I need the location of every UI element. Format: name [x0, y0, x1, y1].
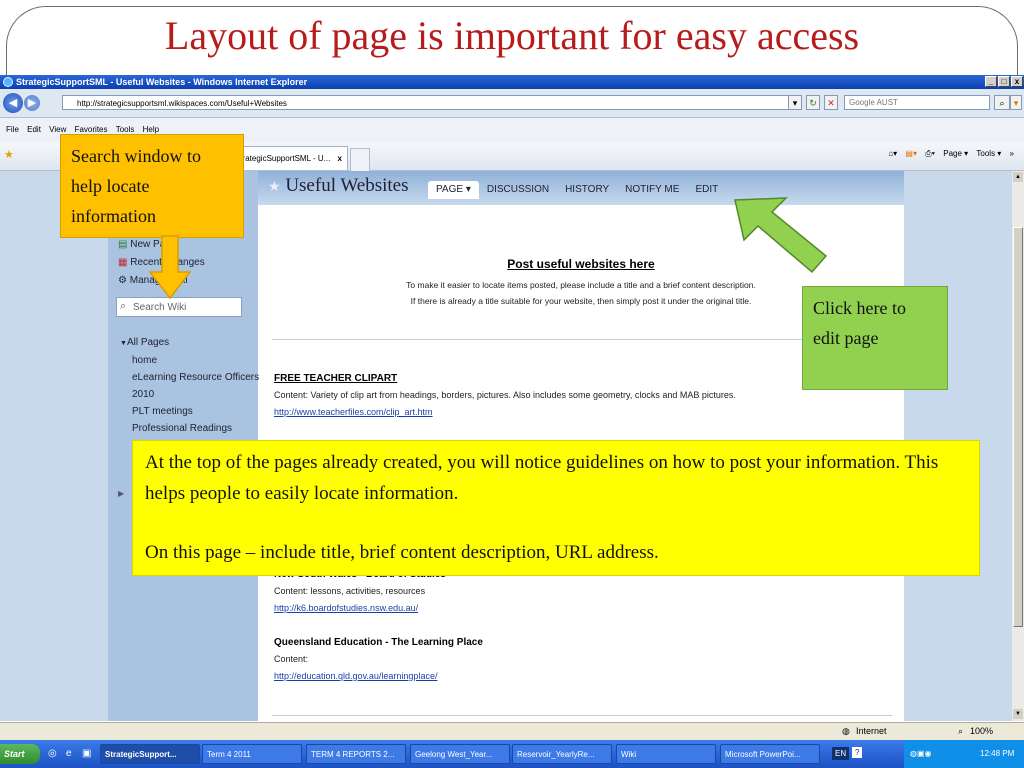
- green-arrow-to-edit: [734, 197, 828, 274]
- orange-down-arrow: [148, 235, 192, 300]
- annotation-arrows: [148, 197, 828, 300]
